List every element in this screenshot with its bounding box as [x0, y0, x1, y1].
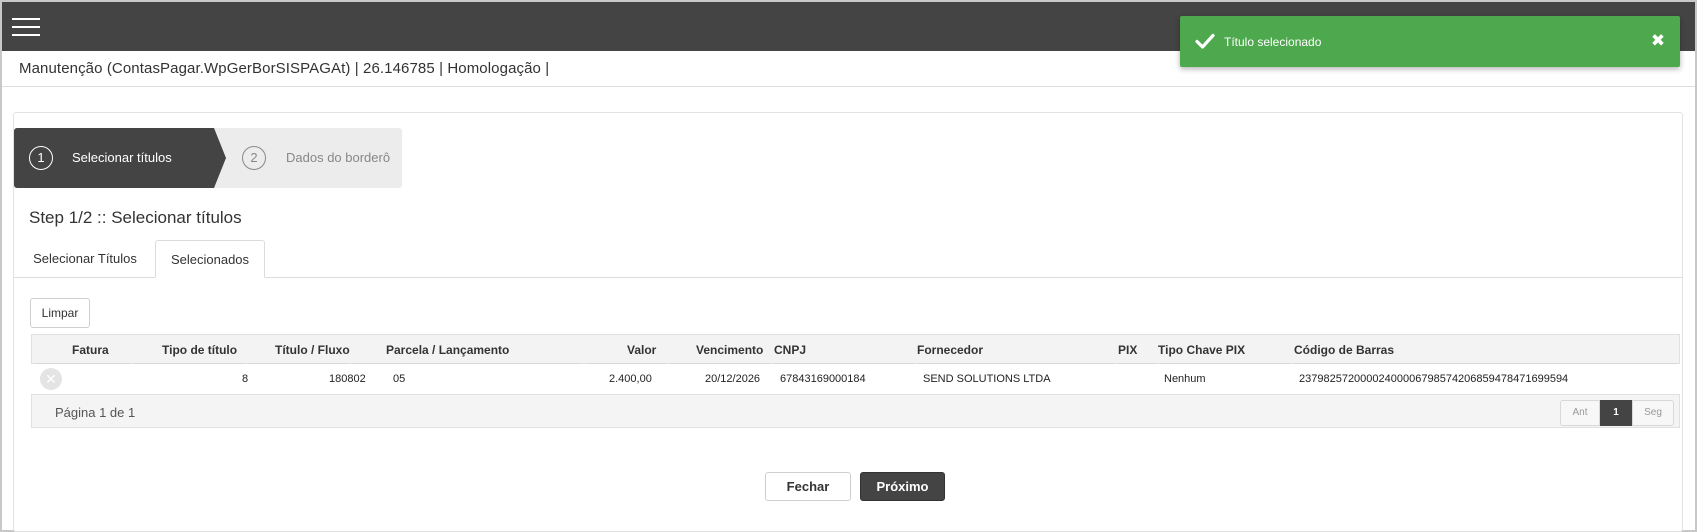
- column-header-cnpj[interactable]: CNPJ: [774, 343, 806, 357]
- column-header-fornecedor[interactable]: Fornecedor: [917, 343, 983, 357]
- cell-cnpj: 67843169000184: [780, 373, 866, 385]
- wizard-steps: 1 Selecionar títulos 2 Dados do borderô: [14, 128, 402, 188]
- table-footer: Página 1 de 1 Ant 1 Seg: [31, 394, 1680, 428]
- hamburger-line: [12, 34, 40, 36]
- page-info: Página 1 de 1: [55, 405, 136, 420]
- column-header-fatura[interactable]: Fatura: [72, 343, 109, 357]
- cell-codigo-barras: 2379825720000240000679857420685947847169…: [1299, 373, 1569, 385]
- close-icon[interactable]: ✖: [1648, 30, 1668, 52]
- next-button[interactable]: Próximo: [860, 472, 945, 501]
- pagination-prev-button[interactable]: Ant: [1560, 400, 1600, 426]
- step-number: 1: [29, 146, 53, 170]
- wizard-step-1[interactable]: 1 Selecionar títulos: [14, 128, 214, 188]
- step-label: Selecionar títulos: [72, 150, 172, 165]
- table-header: Fatura Tipo de título Título / Fluxo Par…: [31, 334, 1680, 364]
- success-toast: Título selecionado ✖: [1180, 16, 1680, 67]
- check-icon: [1195, 33, 1215, 49]
- close-button[interactable]: Fechar: [765, 472, 851, 501]
- cell-tipo-titulo: 8: [242, 373, 249, 385]
- clear-button[interactable]: Limpar: [30, 298, 90, 328]
- remove-circle-icon[interactable]: ✕: [40, 368, 62, 390]
- column-header-parcela[interactable]: Parcela / Lançamento: [386, 343, 509, 357]
- column-header-vencimento[interactable]: Vencimento: [696, 343, 763, 357]
- pagination-next-button[interactable]: Seg: [1632, 400, 1674, 426]
- cell-fornecedor: SEND SOLUTIONS LTDA: [923, 373, 1051, 385]
- tab-selecionados[interactable]: Selecionados: [155, 240, 265, 278]
- pagination-page-button[interactable]: 1: [1600, 400, 1632, 426]
- cell-vencimento: 20/12/2026: [705, 373, 761, 385]
- header-divider: [2, 86, 1695, 87]
- hamburger-line: [12, 18, 40, 20]
- hamburger-line: [12, 26, 40, 28]
- cell-valor: 2.400,00: [609, 373, 652, 385]
- pagination: Ant 1 Seg: [1560, 400, 1674, 426]
- cell-titulo-fluxo: 180802: [329, 373, 366, 385]
- cell-tipo-chave-pix: Nenhum: [1164, 373, 1206, 385]
- table-row[interactable]: ✕ 8 180802 05 2.400,00 20/12/2026 678431…: [31, 364, 1680, 394]
- column-header-valor[interactable]: Valor: [627, 343, 656, 357]
- column-header-pix[interactable]: PIX: [1118, 343, 1137, 357]
- page-breadcrumb: Manutenção (ContasPagar.WpGerBorSISPAGAt…: [19, 60, 550, 77]
- cell-parcela: 05: [393, 373, 406, 385]
- step-label: Dados do borderô: [286, 150, 391, 165]
- toast-message: Título selecionado: [1224, 35, 1322, 49]
- column-header-tipo-titulo[interactable]: Tipo de título: [162, 343, 237, 357]
- tab-selecionar-titulos[interactable]: Selecionar Títulos: [20, 240, 150, 278]
- column-header-tipo-chave-pix[interactable]: Tipo Chave PIX: [1158, 343, 1245, 357]
- column-header-codigo-barras[interactable]: Código de Barras: [1294, 343, 1394, 357]
- wizard-step-2[interactable]: 2 Dados do borderô: [228, 128, 402, 188]
- step-number: 2: [242, 146, 266, 170]
- step-title: Step 1/2 :: Selecionar títulos: [29, 208, 242, 227]
- column-header-titulo-fluxo[interactable]: Título / Fluxo: [275, 343, 350, 357]
- step-arrow: [214, 128, 226, 188]
- hamburger-menu-icon[interactable]: [12, 18, 40, 38]
